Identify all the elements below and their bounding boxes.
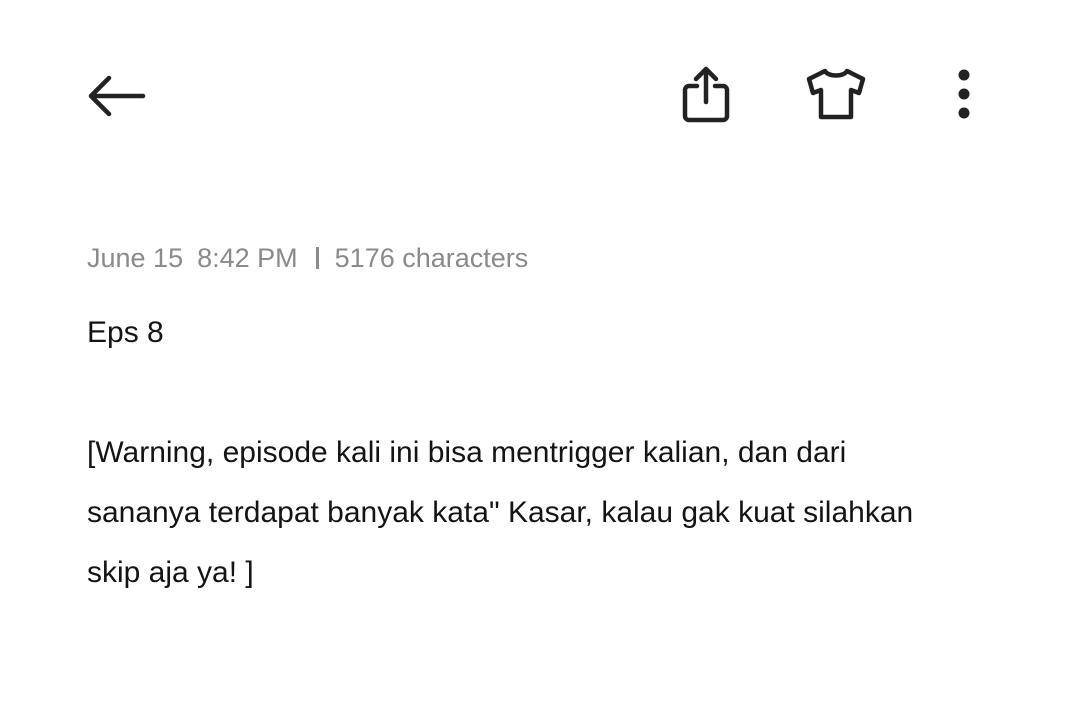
note-body-line[interactable]: [Warning, episode kali ini bisa mentrigg…	[87, 423, 987, 483]
note-date: June 15	[87, 242, 184, 273]
tshirt-icon	[806, 68, 866, 120]
top-toolbar	[0, 0, 1080, 190]
character-count: 5176 characters	[334, 242, 529, 273]
share-icon	[682, 66, 730, 123]
note-title-line[interactable]: Eps 8	[87, 303, 987, 363]
meta-divider	[315, 247, 319, 269]
note-body-line[interactable]: sananya terdapat banyak kata" Kasar, kal…	[87, 483, 987, 543]
share-button[interactable]	[670, 58, 742, 130]
back-button[interactable]	[80, 60, 152, 132]
note-body-line[interactable]: skip aja ya! ]	[87, 543, 987, 603]
note-time: 8:42 PM	[197, 242, 298, 273]
note-editor[interactable]: Eps 8 [Warning, episode kali ini bisa me…	[87, 303, 987, 603]
arrow-left-icon	[88, 75, 146, 117]
note-metadata: June 15 8:42 PM 5176 characters	[87, 240, 528, 276]
more-vertical-icon	[958, 69, 970, 119]
theme-button[interactable]	[800, 58, 872, 130]
more-options-button[interactable]	[928, 58, 1000, 130]
